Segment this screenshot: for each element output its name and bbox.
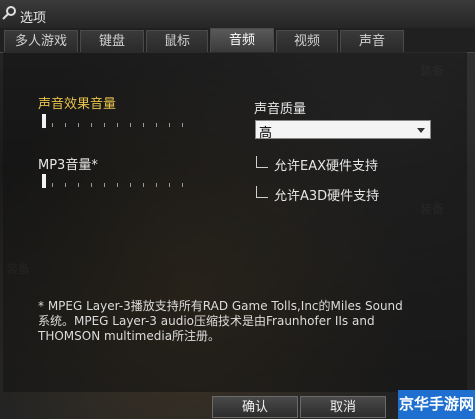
slider-ticks: [52, 123, 194, 127]
chevron-down-icon[interactable]: [417, 128, 425, 133]
mp3-volume-label: MP3音量*: [38, 158, 98, 173]
eax-checkbox[interactable]: [256, 155, 270, 169]
slider-thumb[interactable]: [42, 174, 46, 188]
settings-wrench-icon: [2, 6, 16, 20]
tab-video[interactable]: 视频: [276, 30, 338, 52]
tab-audio[interactable]: 音频: [210, 28, 274, 52]
sound-quality-select[interactable]: 高: [255, 120, 431, 141]
tab-mouse[interactable]: 鼠标: [146, 30, 208, 52]
checkbox-box[interactable]: [256, 186, 268, 198]
cancel-button[interactable]: 取消: [300, 396, 386, 418]
ok-button[interactable]: 确认: [212, 396, 298, 418]
sound-quality-label: 声音质量: [254, 102, 307, 117]
mp3-volume-slider[interactable]: [42, 174, 194, 190]
slider-ticks: [52, 183, 194, 187]
footnote-line: 系统。MPEG Layer-3 audio压缩技术是由Fraunhofer II…: [38, 314, 375, 328]
mp3-footnote: * MPEG Layer-3播放支持所有RAD Game Tolls,Inc的M…: [38, 299, 468, 344]
slider-thumb[interactable]: [42, 114, 46, 128]
sound-quality-value: 高: [259, 126, 273, 141]
site-watermark: 京华手游网: [398, 390, 475, 419]
tab-bar: 多人游戏 键盘 鼠标 音频 视频 声音: [0, 28, 475, 53]
eax-label: 允许EAX硬件支持: [274, 159, 379, 174]
effects-volume-slider[interactable]: [42, 114, 194, 130]
checkbox-box[interactable]: [256, 156, 268, 168]
footnote-line: * MPEG Layer-3播放支持所有RAD Game Tolls,Inc的M…: [38, 299, 403, 313]
tab-keyboard[interactable]: 键盘: [80, 30, 144, 52]
window-title: 选项: [20, 11, 47, 26]
tab-sound[interactable]: 声音: [340, 30, 404, 52]
effects-volume-label: 声音效果音量: [38, 97, 117, 112]
footnote-line: THOMSON multimedia所注册。: [38, 329, 221, 343]
a3d-label: 允许A3D硬件支持: [274, 189, 380, 204]
title-bar: 选项: [0, 0, 475, 28]
tab-multiplayer[interactable]: 多人游戏: [4, 30, 78, 52]
a3d-checkbox[interactable]: [256, 185, 270, 199]
